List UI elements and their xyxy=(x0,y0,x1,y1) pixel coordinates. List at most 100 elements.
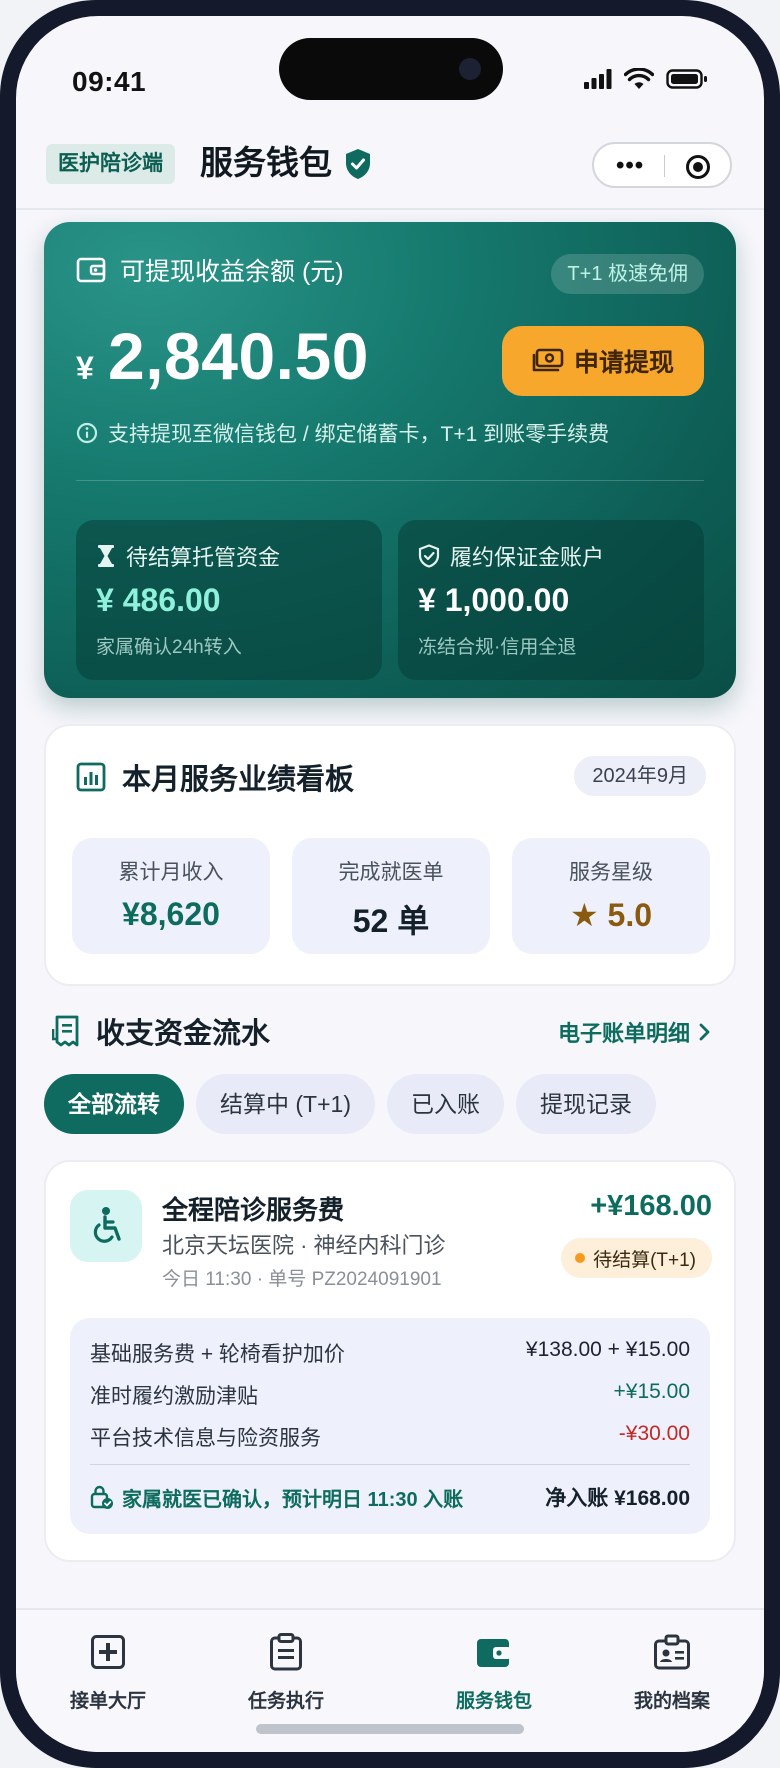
tab-settling[interactable]: 结算中 (T+1) xyxy=(196,1074,375,1134)
withdraw-label: 申请提现 xyxy=(573,349,674,377)
balance-note: 支持提现至微信钱包 / 绑定储蓄卡，T+1 到账零手续费 xyxy=(76,418,609,448)
deposit-title-text: 履约保证金账户 xyxy=(450,545,605,570)
tab-credited[interactable]: 已入账 xyxy=(386,1074,504,1134)
performance-title-text: 本月服务业绩看板 xyxy=(122,764,355,796)
status-bar: 09:41 xyxy=(16,16,764,136)
shield-check-icon xyxy=(418,544,440,568)
nav-order-hall[interactable]: 接单大厅 xyxy=(28,1628,188,1713)
status-dot xyxy=(575,1253,586,1263)
clipboard-icon xyxy=(270,1633,302,1671)
nav-my-profile[interactable]: 我的档案 xyxy=(592,1628,752,1713)
balance-card: 可提现收益余额 (元) T+1 极速免佣 ¥ 2,840.50 申请提现 支持提… xyxy=(44,222,736,698)
close-record-icon[interactable] xyxy=(686,155,710,179)
transaction-title: 全程陪诊服务费 xyxy=(162,1195,345,1225)
deposit-title: 履约保证金账户 xyxy=(418,540,604,572)
hourglass-icon xyxy=(98,545,114,567)
tab-withdrawals[interactable]: 提现记录 xyxy=(515,1074,656,1134)
phone-frame: 09:41 医护陪诊端 服务钱包 ••• 可提现收益余额 (元) T+1 极速免… xyxy=(0,0,780,1768)
confirm-text: 家属就医已确认，预计明日 11:30 入账 xyxy=(122,1488,464,1511)
status-icons xyxy=(584,68,708,90)
chart-icon xyxy=(76,762,106,792)
wallet-icon xyxy=(477,1639,511,1667)
mini-program-capsule[interactable]: ••• xyxy=(592,142,732,188)
balance-label-text: 可提现收益余额 (元) xyxy=(120,258,344,286)
breakdown-value: +¥15.00 xyxy=(613,1380,691,1403)
e-bill-link-text: 电子账单明细 xyxy=(557,1021,690,1046)
performance-title: 本月服务业绩看板 xyxy=(76,756,354,798)
breakdown-row: 平台技术信息与险资服务 -¥30.00 xyxy=(90,1422,690,1452)
transaction-amount: +¥168.00 xyxy=(590,1190,712,1222)
stat-value: ★ 5.0 xyxy=(569,897,653,933)
breakdown-footer: 家属就医已确认，预计明日 11:30 入账 净入账 ¥168.00 xyxy=(90,1482,690,1512)
pending-title: 待结算托管资金 xyxy=(96,540,280,572)
e-bill-link[interactable]: 电子账单明细 xyxy=(558,1016,710,1048)
stat-completed-orders: 完成就医单 52 单 xyxy=(292,838,490,954)
breakdown-value: -¥30.00 xyxy=(618,1422,690,1445)
withdraw-button[interactable]: 申请提现 xyxy=(502,326,704,396)
ledger-title-text: 收支资金流水 xyxy=(96,1018,271,1050)
nav-label: 接单大厅 xyxy=(69,1691,146,1712)
screen: 09:41 医护陪诊端 服务钱包 ••• 可提现收益余额 (元) T+1 极速免… xyxy=(16,16,764,1752)
more-icon[interactable]: ••• xyxy=(616,152,644,180)
stat-label: 服务星级 xyxy=(569,861,653,884)
camera-dot xyxy=(459,58,481,80)
battery-icon xyxy=(666,69,707,89)
balance-amount: 2,840.50 xyxy=(108,319,369,393)
role-badge: 医护陪诊端 xyxy=(46,144,175,184)
fee-breakdown: 基础服务费 + 轮椅看护加价 ¥138.00 + ¥15.00 准时履约激励津贴… xyxy=(70,1318,710,1534)
breakdown-label: 准时履约激励津贴 xyxy=(90,1385,258,1408)
wifi-icon xyxy=(624,68,654,89)
status-badge: 待结算(T+1) xyxy=(561,1238,712,1278)
app-header: 医护陪诊端 服务钱包 ••• xyxy=(16,128,764,210)
month-selector[interactable]: 2024年9月 xyxy=(574,756,706,796)
stat-label: 完成就医单 xyxy=(338,861,444,884)
transaction-meta: 今日 11:30 · 单号 PZ2024091901 xyxy=(162,1269,442,1290)
currency-symbol: ¥ xyxy=(76,350,94,386)
transaction-hospital: 北京天坛医院 · 神经内科门诊 xyxy=(162,1233,446,1258)
pending-funds-box[interactable]: 待结算托管资金 ¥ 486.00 家属确认24h转入 xyxy=(76,520,382,680)
deposit-amount: ¥ 1,000.00 xyxy=(418,582,570,618)
nav-label: 服务钱包 xyxy=(455,1691,532,1712)
deposit-account-box[interactable]: 履约保证金账户 ¥ 1,000.00 冻结合规·信用全退 xyxy=(398,520,704,680)
breakdown-row: 基础服务费 + 轮椅看护加价 ¥138.00 + ¥15.00 xyxy=(90,1338,690,1368)
chevron-right-icon xyxy=(699,1023,710,1041)
pending-note: 家属确认24h转入 xyxy=(96,637,242,658)
transaction-icon xyxy=(70,1190,142,1262)
breakdown-label: 平台技术信息与险资服务 xyxy=(90,1427,321,1450)
signal-icon xyxy=(584,69,612,89)
ledger-title: 收支资金流水 xyxy=(52,1010,270,1052)
dynamic-island xyxy=(279,38,503,100)
deposit-note: 冻结合规·信用全退 xyxy=(418,637,577,658)
status-time: 09:41 xyxy=(72,66,147,97)
home-indicator[interactable] xyxy=(256,1724,524,1734)
breakdown-label: 基础服务费 + 轮椅看护加价 xyxy=(90,1343,345,1366)
status-text: 待结算(T+1) xyxy=(593,1249,696,1271)
verified-shield-icon xyxy=(346,149,370,179)
receipt-icon xyxy=(52,1015,79,1047)
ledger-tabs: 全部流转 结算中 (T+1) 已入账 提现记录 xyxy=(44,1074,656,1134)
stat-label: 累计月收入 xyxy=(118,861,224,884)
info-icon xyxy=(76,422,98,444)
pending-title-text: 待结算托管资金 xyxy=(126,545,281,570)
page-title: 服务钱包 xyxy=(200,144,332,181)
medical-plus-icon xyxy=(91,1635,125,1669)
speed-badge: T+1 极速免佣 xyxy=(551,254,704,294)
transaction-card[interactable]: 全程陪诊服务费 北京天坛医院 · 神经内科门诊 今日 11:30 · 单号 PZ… xyxy=(44,1160,736,1562)
cash-icon xyxy=(532,348,564,372)
breakdown-value: ¥138.00 + ¥15.00 xyxy=(525,1338,690,1361)
nav-label: 我的档案 xyxy=(633,1691,710,1712)
balance-divider xyxy=(76,480,704,481)
net-amount: 净入账 ¥168.00 xyxy=(545,1487,690,1510)
nav-label: 任务执行 xyxy=(247,1691,324,1712)
confirm-info: 家属就医已确认，预计明日 11:30 入账 xyxy=(90,1483,463,1512)
wallet-icon xyxy=(76,257,106,283)
nav-service-wallet[interactable]: 服务钱包 xyxy=(414,1628,574,1713)
breakdown-row: 准时履约激励津贴 +¥15.00 xyxy=(90,1380,690,1410)
tab-all[interactable]: 全部流转 xyxy=(44,1074,184,1134)
stat-service-rating: 服务星级 ★ 5.0 xyxy=(512,838,710,954)
balance-note-text: 支持提现至微信钱包 / 绑定储蓄卡，T+1 到账零手续费 xyxy=(108,423,610,446)
id-badge-icon xyxy=(654,1634,690,1670)
lock-check-icon xyxy=(90,1485,113,1509)
wheelchair-icon xyxy=(93,1207,121,1243)
nav-task-execution[interactable]: 任务执行 xyxy=(206,1628,366,1713)
